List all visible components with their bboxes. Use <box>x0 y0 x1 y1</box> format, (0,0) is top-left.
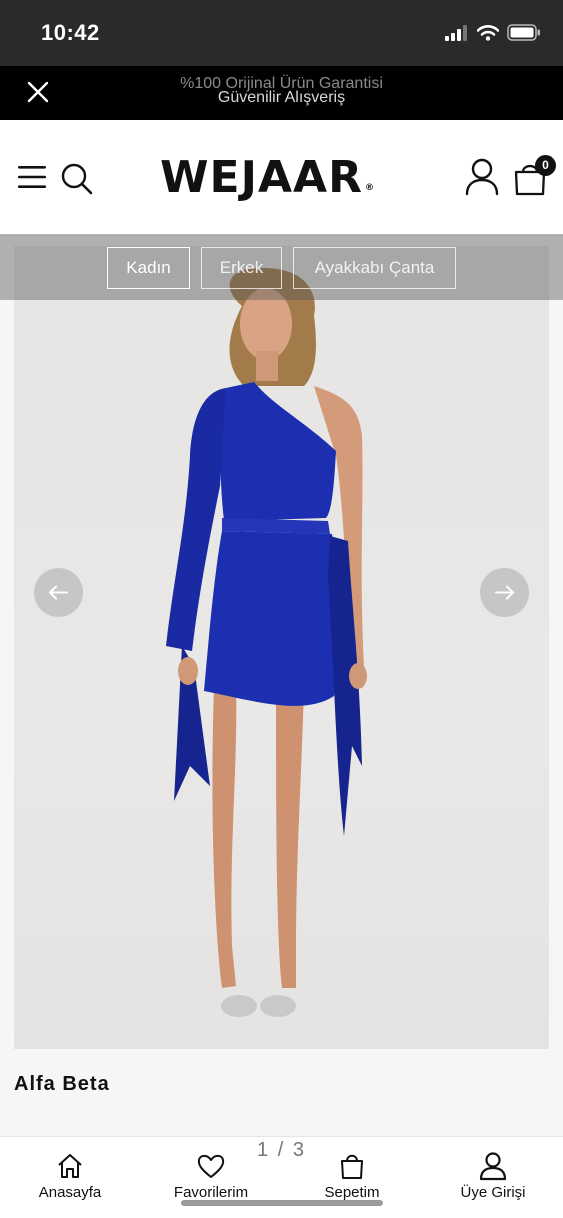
product-image[interactable] <box>14 246 549 1049</box>
site-header: WEJAAR ® 0 <box>0 120 563 236</box>
category-kadin[interactable]: Kadın <box>107 247 190 289</box>
registered-mark: ® <box>364 183 375 193</box>
previous-image-button[interactable] <box>34 568 83 617</box>
arrow-left-icon <box>49 585 68 600</box>
image-pager: 1 / 3 <box>257 1139 306 1161</box>
category-ayakkabi-canta[interactable]: Ayakkabı Çanta <box>293 247 456 289</box>
arrow-right-icon <box>495 585 514 600</box>
category-bar: Kadın Erkek Ayakkabı Çanta <box>0 234 563 300</box>
home-indicator <box>181 1200 383 1206</box>
category-erkek[interactable]: Erkek <box>201 247 282 289</box>
next-image-button[interactable] <box>480 568 529 617</box>
logo-text: WEJAAR <box>160 152 363 203</box>
status-bar: 10:42 <box>0 0 563 66</box>
signal-icon <box>445 24 467 41</box>
product-name[interactable]: Alfa Beta <box>14 1073 110 1096</box>
announcement-line-2: Güvenilir Alışveriş <box>217 89 346 106</box>
announcement-bar: %100 Orijinal Ürün Garantisi Güvenilir A… <box>0 66 563 120</box>
user-icon[interactable] <box>464 158 500 196</box>
status-icons <box>445 24 541 41</box>
brand-logo[interactable]: WEJAAR ® <box>160 149 375 207</box>
nav-login-label: Üye Girişi <box>460 1184 526 1201</box>
menu-icon[interactable] <box>17 164 47 190</box>
search-icon[interactable] <box>60 162 94 196</box>
battery-icon <box>507 24 540 41</box>
nav-home-label: Anasayfa <box>38 1184 102 1201</box>
model-illustration <box>166 267 367 1017</box>
nav-cart-label: Sepetim <box>324 1184 380 1201</box>
cart-count-badge: 0 <box>535 155 556 176</box>
wifi-icon <box>477 24 499 41</box>
nav-favorites-label: Favorilerim <box>173 1184 249 1201</box>
status-time: 10:42 <box>41 20 100 45</box>
